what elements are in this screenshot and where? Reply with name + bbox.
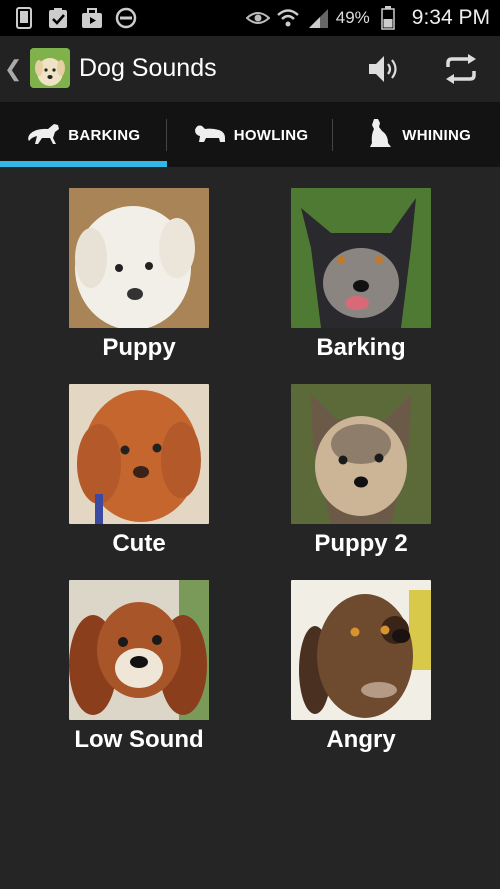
tab-whining[interactable]: WHINING [333, 103, 500, 167]
sound-label: Angry [326, 726, 396, 753]
sound-label: Cute [112, 530, 166, 557]
tab-label: WHINING [402, 126, 472, 144]
tab-selected-indicator [0, 161, 167, 167]
action-bar: ❮ Dog Sounds [0, 36, 500, 103]
dog-photo [291, 188, 431, 328]
briefcase-play-icon [80, 6, 104, 30]
dog-photo [69, 384, 209, 524]
speaker-icon [369, 56, 397, 82]
sound-label: Low Sound [74, 726, 204, 753]
battery-icon [376, 6, 400, 30]
signal-icon [306, 6, 330, 30]
sound-item-puppy-2[interactable]: Puppy 2 [251, 384, 471, 558]
dog-sitting-icon [362, 117, 396, 153]
wifi-icon [276, 6, 300, 30]
app-title: Dog Sounds [79, 54, 217, 82]
clipboard-check-icon [46, 6, 70, 30]
speaker-button[interactable] [362, 48, 404, 90]
sound-label: Barking [316, 334, 406, 361]
sound-label: Puppy [102, 334, 176, 361]
tab-label: HOWLING [233, 126, 309, 144]
battery-percent: 49% [335, 8, 370, 27]
eye-icon [245, 6, 270, 30]
dog-photo [69, 580, 209, 720]
phone-icon [12, 6, 36, 30]
dog-photo [69, 188, 209, 328]
do-not-disturb-icon [114, 6, 138, 30]
repeat-icon [446, 54, 476, 84]
repeat-button[interactable] [440, 48, 482, 90]
sound-item-low-sound[interactable]: Low Sound [29, 580, 249, 754]
app-dog-icon[interactable] [30, 48, 70, 88]
sound-item-cute[interactable]: Cute [29, 384, 249, 558]
sound-label: Puppy 2 [314, 530, 408, 557]
sound-item-barking[interactable]: Barking [251, 188, 471, 362]
sound-item-angry[interactable]: Angry [251, 580, 471, 754]
dog-photo [291, 580, 431, 720]
sound-item-puppy[interactable]: Puppy [29, 188, 249, 362]
status-bar: 49% 9:34 PM [0, 0, 500, 36]
tab-label: BARKING [68, 126, 141, 144]
dog-photo [291, 384, 431, 524]
tab-barking[interactable]: BARKING [0, 103, 167, 167]
chevron-left-icon[interactable]: ❮ [4, 56, 22, 82]
dog-running-icon [26, 120, 62, 150]
tab-bar: BARKING HOWLING WHINING [0, 103, 500, 167]
tab-howling[interactable]: HOWLING [167, 103, 334, 167]
dog-lying-icon [192, 120, 228, 150]
status-time: 9:34 PM [411, 6, 490, 29]
